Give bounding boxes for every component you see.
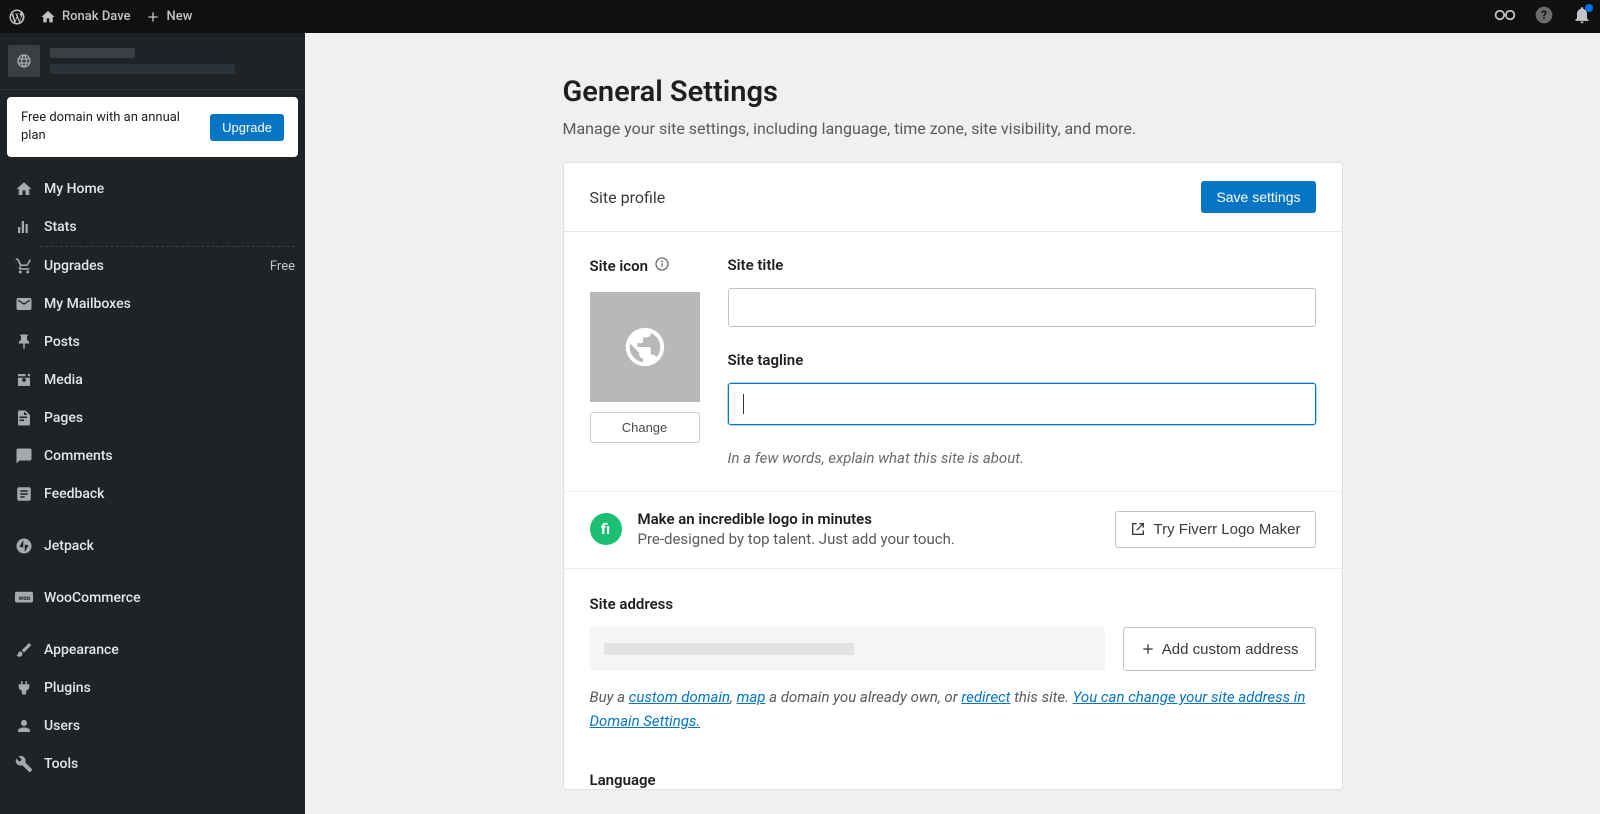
admin-sidebar: Free domain with an annual plan Upgrade … [0, 33, 305, 814]
fiverr-promo: fi Make an incredible logo in minutes Pr… [564, 491, 1342, 568]
page-subtitle: Manage your site settings, including lan… [563, 119, 1343, 138]
notification-dot [1585, 4, 1593, 12]
fiverr-button[interactable]: Try Fiverr Logo Maker [1115, 511, 1316, 548]
tagline-helper: In a few words, explain what this site i… [728, 449, 1316, 467]
info-icon[interactable] [654, 256, 670, 276]
upgrade-text: Free domain with an annual plan [21, 109, 200, 145]
site-avatar-icon [8, 45, 40, 77]
address-helper: Buy a custom domain, map a domain you al… [590, 685, 1316, 733]
nav-users[interactable]: Users [0, 707, 305, 745]
nav-comments[interactable]: Comments [0, 437, 305, 475]
pin-icon [14, 332, 34, 352]
home-icon [14, 179, 34, 199]
admin-topbar: Ronak Dave New ? [0, 0, 1600, 33]
help-icon[interactable]: ? [1534, 5, 1554, 29]
sidebar-nav: My Home Stats UpgradesFree My Mailboxes … [0, 164, 305, 783]
main-content: General Settings Manage your site settin… [305, 33, 1600, 814]
stats-icon [14, 217, 34, 237]
site-address-section: Site address Add custom address Buy a cu… [564, 568, 1342, 737]
language-section: Language [564, 737, 1342, 789]
cart-icon [14, 256, 34, 276]
add-custom-address-button[interactable]: Add custom address [1123, 627, 1316, 671]
notifications-icon[interactable] [1572, 5, 1592, 29]
site-tagline-label: Site tagline [728, 351, 1316, 369]
woo-icon: woo [14, 588, 34, 608]
nav-feedback[interactable]: Feedback [0, 475, 305, 513]
user-icon [14, 716, 34, 736]
nav-mailboxes[interactable]: My Mailboxes [0, 285, 305, 323]
plugin-icon [14, 678, 34, 698]
site-icon-label: Site icon [590, 257, 648, 275]
comment-icon [14, 446, 34, 466]
mail-icon [14, 294, 34, 314]
nav-pages[interactable]: Pages [0, 399, 305, 437]
nav-woocommerce[interactable]: wooWooCommerce [0, 579, 305, 617]
topbar-site-link[interactable]: Ronak Dave [40, 9, 131, 25]
nav-upgrades[interactable]: UpgradesFree [0, 247, 305, 285]
fiverr-title: Make an incredible logo in minutes [638, 510, 1099, 528]
wordpress-logo-icon[interactable] [8, 8, 26, 26]
nav-tools[interactable]: Tools [0, 745, 305, 783]
nav-media[interactable]: Media [0, 361, 305, 399]
site-name-placeholder [50, 48, 135, 58]
save-settings-button[interactable]: Save settings [1201, 181, 1315, 213]
upgrades-badge: Free [270, 259, 295, 274]
nav-posts[interactable]: Posts [0, 323, 305, 361]
upgrade-card: Free domain with an annual plan Upgrade [7, 97, 298, 157]
custom-domain-link[interactable]: custom domain [629, 688, 730, 706]
topbar-new-label: New [167, 9, 193, 24]
redirect-link[interactable]: redirect [961, 688, 1010, 706]
upgrade-button[interactable]: Upgrade [210, 114, 284, 141]
topbar-site-name: Ronak Dave [62, 9, 131, 24]
site-switcher[interactable] [0, 33, 305, 90]
nav-home[interactable]: My Home [0, 170, 305, 208]
pages-icon [14, 408, 34, 428]
site-tagline-input[interactable] [728, 383, 1316, 425]
wrench-icon [14, 754, 34, 774]
nav-plugins[interactable]: Plugins [0, 669, 305, 707]
fiverr-icon: fi [590, 513, 622, 545]
card-title: Site profile [590, 188, 666, 207]
site-title-label: Site title [728, 256, 1316, 274]
page-title: General Settings [563, 75, 1343, 109]
site-title-input[interactable] [728, 288, 1316, 327]
topbar-new-button[interactable]: New [145, 9, 193, 25]
map-domain-link[interactable]: map [737, 688, 766, 706]
jetpack-icon [14, 536, 34, 556]
fiverr-subtitle: Pre-designed by top talent. Just add you… [638, 530, 1099, 548]
reader-icon[interactable] [1494, 9, 1516, 25]
site-icon-preview [590, 292, 700, 402]
nav-stats[interactable]: Stats [0, 208, 305, 246]
nav-jetpack[interactable]: Jetpack [0, 527, 305, 565]
brush-icon [14, 640, 34, 660]
address-display [590, 627, 1105, 671]
site-profile-card: Site profile Save settings Site icon [563, 162, 1343, 790]
media-icon [14, 370, 34, 390]
site-url-placeholder [50, 64, 235, 74]
nav-appearance[interactable]: Appearance [0, 631, 305, 669]
address-label: Site address [590, 595, 1316, 613]
language-label: Language [590, 771, 1316, 789]
feedback-icon [14, 484, 34, 504]
svg-text:?: ? [1541, 8, 1547, 22]
change-icon-button[interactable]: Change [590, 412, 700, 443]
svg-text:woo: woo [19, 594, 31, 602]
